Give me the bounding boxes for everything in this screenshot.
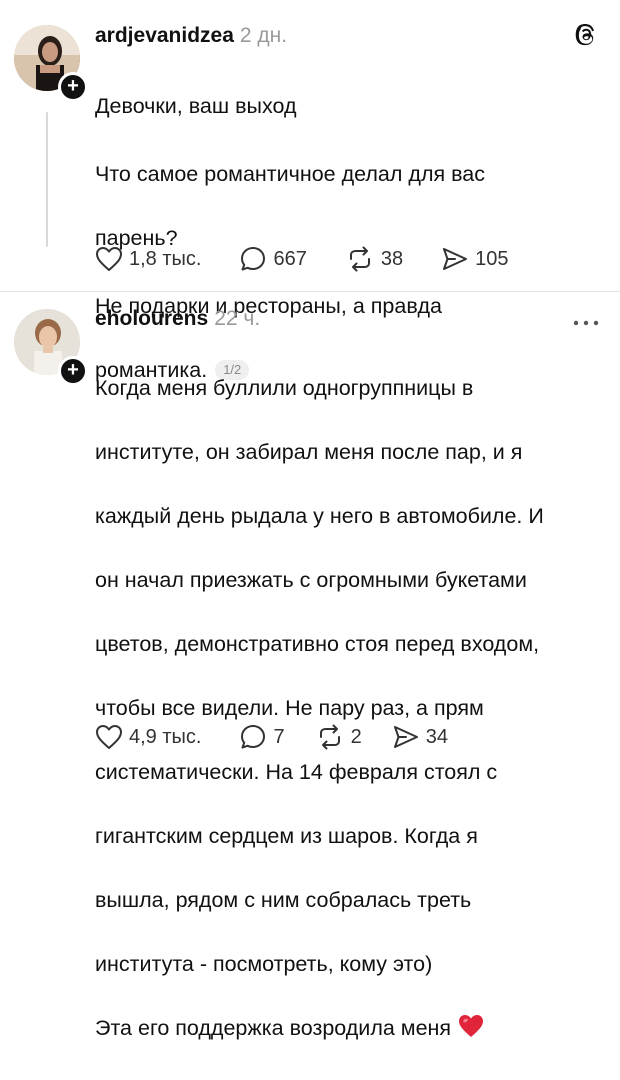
post-time: 22 ч.	[214, 307, 261, 330]
speech-bubble-icon	[241, 725, 266, 749]
post-line: Эта его поддержка возродила меня	[95, 1016, 452, 1040]
post-line: цветов, демонстративно стоя перед входом…	[95, 632, 540, 656]
repost-button[interactable]: 2	[315, 723, 362, 751]
post-line: института - посмотреть, кому это)	[95, 952, 433, 976]
post-header: eholourens 22 ч.	[95, 307, 260, 331]
more-options-icon[interactable]	[572, 314, 600, 332]
repost-arrows-icon	[319, 724, 340, 750]
post-body: Когда меня буллили одногруппницы в инсти…	[95, 340, 544, 1080]
send-paper-plane-icon	[393, 726, 418, 748]
red-heart-emoji-icon	[457, 1013, 485, 1048]
share-button[interactable]: 34	[392, 723, 448, 751]
like-count: 4,9 тыс.	[129, 725, 202, 748]
post-line: чтобы все видели. Не пару раз, а прям	[95, 696, 484, 720]
reply-count: 7	[273, 725, 285, 748]
like-button[interactable]: 4,9 тыс.	[95, 724, 201, 750]
heart-outline-icon	[96, 725, 122, 749]
thread-post-2: + eholourens 22 ч. Когда меня буллили одн…	[0, 0, 620, 1040]
post-line: систематически. На 14 февраля стоял с	[95, 760, 498, 784]
post-line: гигантским сердцем из шаров. Когда я	[95, 824, 478, 848]
repost-count: 2	[350, 725, 362, 748]
post-line: вышла, рядом с ним собралась треть	[95, 888, 472, 912]
post-line: каждый день рыдала у него в автомобиле. …	[95, 504, 544, 528]
post-line: институте, он забирал меня после пар, и …	[95, 440, 523, 464]
share-count: 34	[425, 725, 448, 748]
username[interactable]: eholourens	[95, 307, 208, 330]
action-bar: 4,9 тыс. 7 2 34	[95, 722, 486, 752]
post-line: он начал приезжать с огромными букетами	[95, 568, 527, 592]
reply-button[interactable]: 7	[239, 723, 285, 751]
follow-plus-button[interactable]: +	[58, 356, 88, 386]
post-line: Когда меня буллили одногруппницы в	[95, 376, 474, 400]
